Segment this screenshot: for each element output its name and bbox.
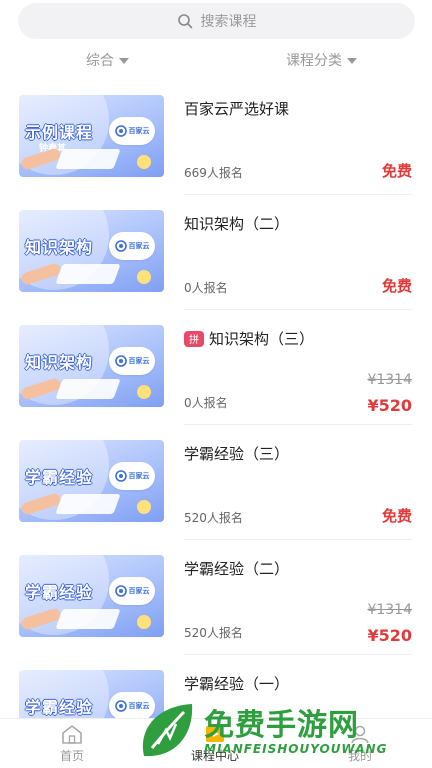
- brand-logo: 百家云: [109, 232, 155, 260]
- tab-home[interactable]: 首页: [37, 723, 107, 764]
- watermark-title: 免费手游网: [204, 708, 359, 743]
- course-thumbnail: 示例课程 钟春其 百家云: [19, 95, 164, 177]
- course-item[interactable]: 知识架构 百家云 拼 知识架构（三） ¥1314 0人报名 ¥520: [0, 310, 432, 425]
- thumbnail-title: 示例课程: [25, 123, 94, 142]
- course-item[interactable]: 知识架构 百家云 知识架构（二） 0人报名 免费: [0, 195, 432, 310]
- filter-bar: 综合 课程分类: [0, 50, 432, 74]
- thumbnail-title: 学霸经验: [25, 698, 94, 717]
- course-title: 学霸经验（一）: [184, 675, 290, 693]
- search-placeholder: 搜索课程: [200, 14, 257, 30]
- category-filter-label: 课程分类: [286, 53, 342, 69]
- caret-down-icon: [347, 57, 357, 64]
- enroll-count: 520人报名: [184, 626, 243, 640]
- category-filter[interactable]: 课程分类: [286, 50, 357, 70]
- course-thumbnail: 知识架构 百家云: [19, 210, 164, 292]
- leaf-logo-icon: [142, 704, 193, 757]
- original-price: ¥1314: [367, 372, 412, 388]
- price-label: 免费: [381, 277, 412, 295]
- search-icon: [177, 14, 192, 29]
- brand-logo-icon: [114, 585, 127, 597]
- brand-logo: 百家云: [109, 347, 155, 375]
- course-item[interactable]: 学霸经验 百家云 学霸经验（二） ¥1314 520人报名 ¥520: [0, 540, 432, 655]
- enroll-count: 669人报名: [184, 166, 243, 180]
- brand-logo-icon: [114, 355, 127, 367]
- thumbnail-title: 知识架构: [25, 353, 94, 372]
- course-title: 知识架构（三）: [209, 330, 315, 348]
- enroll-count: 520人报名: [184, 511, 243, 525]
- course-thumbnail: 学霸经验 百家云: [19, 555, 164, 637]
- price-label: ¥520: [367, 396, 412, 415]
- brand-logo-icon: [114, 470, 127, 482]
- enroll-count: 0人报名: [184, 281, 228, 295]
- brand-logo: 百家云: [109, 462, 155, 490]
- thumbnail-title: 知识架构: [25, 238, 94, 257]
- price-label: 免费: [381, 162, 412, 180]
- brand-logo-icon: [114, 700, 127, 712]
- course-title: 学霸经验（二）: [184, 560, 290, 578]
- brand-logo: 百家云: [109, 577, 155, 605]
- watermark: 免费手游网 MIANFEISHOUYOUWANG: [136, 696, 432, 768]
- course-title: 百家云严选好课: [184, 100, 290, 118]
- caret-down-icon: [119, 57, 129, 64]
- thumbnail-title: 学霸经验: [25, 468, 94, 487]
- sort-filter-label: 综合: [86, 53, 114, 69]
- course-title: 知识架构（二）: [184, 215, 290, 233]
- group-buy-badge: 拼: [184, 330, 204, 347]
- watermark-subtitle: MIANFEISHOUYOUWANG: [204, 742, 388, 756]
- price-label: ¥520: [367, 626, 412, 645]
- course-item[interactable]: 学霸经验 百家云 学霸经验（三） 520人报名 免费: [0, 425, 432, 540]
- brand-logo: 百家云: [109, 117, 155, 145]
- course-center-page: 搜索课程 综合 课程分类 示例课程 钟春其 百家云 百家云严选好课: [0, 0, 432, 768]
- enroll-count: 0人报名: [184, 396, 228, 410]
- course-item[interactable]: 示例课程 钟春其 百家云 百家云严选好课 669人报名 免费: [0, 80, 432, 195]
- course-title: 学霸经验（三）: [184, 445, 290, 463]
- course-title-row: 拼 知识架构（三）: [184, 328, 314, 349]
- tab-home-label: 首页: [59, 749, 84, 763]
- course-thumbnail: 知识架构 百家云: [19, 325, 164, 407]
- course-thumbnail: 学霸经验 百家云: [19, 440, 164, 522]
- search-bar[interactable]: 搜索课程: [18, 3, 415, 39]
- original-price: ¥1314: [367, 602, 412, 618]
- home-icon: [62, 725, 82, 744]
- brand-logo-icon: [114, 125, 127, 137]
- brand-logo-icon: [114, 240, 127, 252]
- sort-filter[interactable]: 综合: [86, 50, 129, 70]
- thumbnail-title: 学霸经验: [25, 583, 94, 602]
- price-label: 免费: [381, 507, 412, 525]
